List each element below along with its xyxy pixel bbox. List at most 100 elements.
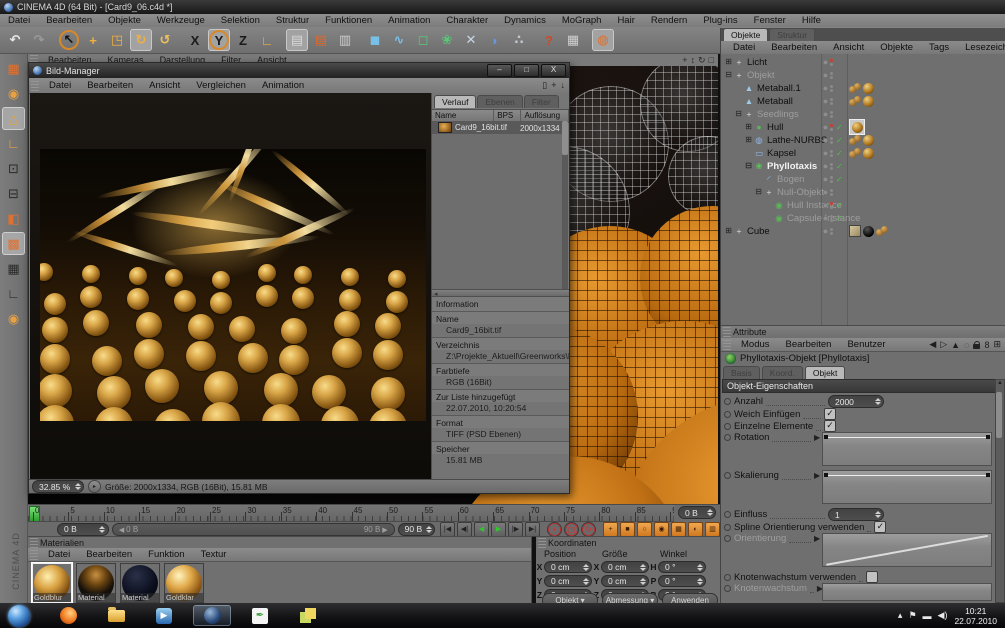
texture-mode-icon[interactable]: ▩: [2, 232, 25, 255]
close-button[interactable]: X: [541, 64, 566, 77]
expand-toggle[interactable]: ⊞: [725, 59, 732, 66]
menu-main-objekte[interactable]: Objekte: [100, 15, 149, 26]
solo-button[interactable]: ◐: [688, 522, 703, 537]
texture-tag-icon[interactable]: [863, 96, 874, 107]
visibility-toggles[interactable]: ✓: [823, 175, 845, 184]
menu-bm-animation[interactable]: Animation: [254, 80, 312, 91]
material-material[interactable]: Material: [120, 563, 160, 603]
minimize-button[interactable]: –: [487, 64, 512, 77]
visibility-toggles[interactable]: [823, 189, 845, 196]
tree-row-hull[interactable]: ⊞●Hull✓: [721, 121, 1005, 133]
menu-main-bearbeiten[interactable]: Bearbeiten: [38, 15, 100, 26]
spline-curve-widget[interactable]: [822, 470, 992, 504]
render-view-icon[interactable]: ▤: [286, 29, 308, 51]
expand-arrow-icon[interactable]: ▶: [814, 534, 822, 543]
ik-toggle-button[interactable]: ▦: [671, 522, 686, 537]
attribute-scrollbar[interactable]: ▲: [995, 379, 1005, 603]
animation-dot[interactable]: [724, 423, 731, 430]
network-icon[interactable]: ▬: [923, 611, 932, 621]
menu-bm-bearbeiten[interactable]: Bearbeiten: [79, 80, 141, 91]
coordinate-field[interactable]: 0 cm: [544, 575, 592, 587]
visibility-toggles[interactable]: [823, 228, 845, 235]
fit-image-button[interactable]: ▸: [88, 480, 101, 493]
frame-field[interactable]: 0 B: [57, 523, 109, 536]
online-updater-icon[interactable]: ◍: [592, 29, 614, 51]
tab-koord-[interactable]: Koord.: [762, 366, 803, 379]
action-center-icon[interactable]: ⚑: [908, 610, 916, 621]
attr-value-field[interactable]: 2000: [828, 395, 884, 408]
tree-row-lathe-nurbs[interactable]: ⊞◍Lathe-NURBS✓: [721, 134, 1005, 146]
menu-om-lesezeichen[interactable]: Lesezeichen: [957, 42, 1005, 53]
record-keyframe-button[interactable]: +: [603, 522, 618, 537]
material-tag-icon[interactable]: [876, 226, 888, 237]
add-deformer-icon[interactable]: ✕: [460, 29, 482, 51]
visibility-toggles[interactable]: ✓: [823, 201, 845, 210]
scale-icon[interactable]: ◳: [106, 29, 128, 51]
expand-arrow-icon[interactable]: ▶: [814, 471, 822, 480]
menu-main-funktionen[interactable]: Funktionen: [317, 15, 380, 26]
menu-main-datei[interactable]: Datei: [0, 15, 38, 26]
material-tag-icon[interactable]: [849, 135, 861, 146]
menu-main-struktur[interactable]: Struktur: [268, 15, 317, 26]
redo-icon[interactable]: ↷: [28, 29, 50, 51]
x-axis-lock-icon[interactable]: X: [184, 29, 206, 51]
frame-range-slider[interactable]: ◀ 0 B 90 B ▶: [112, 523, 395, 536]
taskbar-explorer[interactable]: [97, 605, 135, 626]
taskbar-texteditor[interactable]: ✒: [241, 605, 279, 626]
end-frame-field[interactable]: 90 B: [398, 523, 435, 536]
object-axis-mode-icon[interactable]: ∟: [2, 132, 25, 155]
autokey-mode-button[interactable]: ◉: [654, 522, 669, 537]
goto-end-button[interactable]: ▶|: [525, 522, 540, 537]
visibility-toggles[interactable]: ✓: [823, 214, 845, 223]
visibility-toggles[interactable]: [823, 111, 845, 118]
coordinate-field[interactable]: 0 cm: [544, 561, 592, 573]
menu-bm-ansicht[interactable]: Ansicht: [141, 80, 188, 91]
menu-am-benutzer[interactable]: Benutzer: [839, 339, 893, 350]
parent-object-icon[interactable]: ▲: [951, 340, 960, 350]
tree-row-bogen[interactable]: ◜Bogen✓: [721, 173, 1005, 185]
tab-basis[interactable]: Basis: [723, 366, 760, 379]
coordinate-field[interactable]: 0 °: [658, 561, 706, 573]
animation-dot[interactable]: [724, 535, 731, 542]
tab-filter[interactable]: Filter: [524, 95, 559, 108]
attr-value-field[interactable]: 1: [828, 508, 884, 521]
menu-om-tags[interactable]: Tags: [921, 42, 957, 53]
menu-main-werkzeuge[interactable]: Werkzeuge: [149, 15, 213, 26]
panel-grip[interactable]: [723, 340, 731, 350]
menu-am-bearbeiten[interactable]: Bearbeiten: [778, 339, 840, 350]
visibility-toggles[interactable]: ✓: [823, 136, 845, 145]
content-browser-icon[interactable]: ▦: [562, 29, 584, 51]
expand-toggle[interactable]: ⊞: [725, 228, 732, 235]
bild-manager-titlebar[interactable]: Bild-Manager –□X: [29, 63, 569, 78]
make-editable-icon[interactable]: ◉: [2, 82, 25, 105]
visibility-toggles[interactable]: [823, 72, 845, 79]
panel-grip[interactable]: [723, 327, 731, 337]
texture-tag-icon[interactable]: [863, 83, 874, 94]
menu-main-selektion[interactable]: Selektion: [213, 15, 268, 26]
texture-axis-mode-icon[interactable]: ▦: [2, 257, 25, 280]
add-primitive-icon[interactable]: ◼: [364, 29, 386, 51]
prev-key-button[interactable]: ◀|: [457, 522, 472, 537]
material-goldblur[interactable]: Goldblur: [32, 563, 72, 603]
rotate-view-icon[interactable]: ↻: [698, 55, 706, 66]
menu-main-rendern[interactable]: Rendern: [643, 15, 695, 26]
panel-grip[interactable]: [31, 81, 39, 91]
current-frame-field[interactable]: 0 B: [678, 506, 716, 519]
y-axis-lock-icon[interactable]: Y: [208, 29, 230, 51]
menu-bm-datei[interactable]: Datei: [41, 80, 79, 91]
next-key-button[interactable]: |▶: [508, 522, 523, 537]
tree-row-kapsel[interactable]: ▭Kapsel✓: [721, 147, 1005, 159]
animation-dot[interactable]: [724, 524, 731, 531]
record-rotation-button[interactable]: ↻: [581, 522, 596, 537]
add-particles-icon[interactable]: ∴: [508, 29, 530, 51]
file-list[interactable]: [432, 121, 562, 289]
tab-objekt[interactable]: Objekt: [805, 366, 846, 379]
live-selection-icon[interactable]: ↖: [58, 29, 80, 51]
move-icon[interactable]: +: [82, 29, 104, 51]
material-tag-icon[interactable]: [849, 83, 861, 94]
coordinate-field[interactable]: 0 cm: [601, 575, 649, 587]
record-scale-button[interactable]: ◳: [564, 522, 579, 537]
points-mode-icon[interactable]: ⊡: [2, 157, 25, 180]
menu-main-hair[interactable]: Hair: [609, 15, 642, 26]
help-pointer-icon[interactable]: ?: [538, 29, 560, 51]
